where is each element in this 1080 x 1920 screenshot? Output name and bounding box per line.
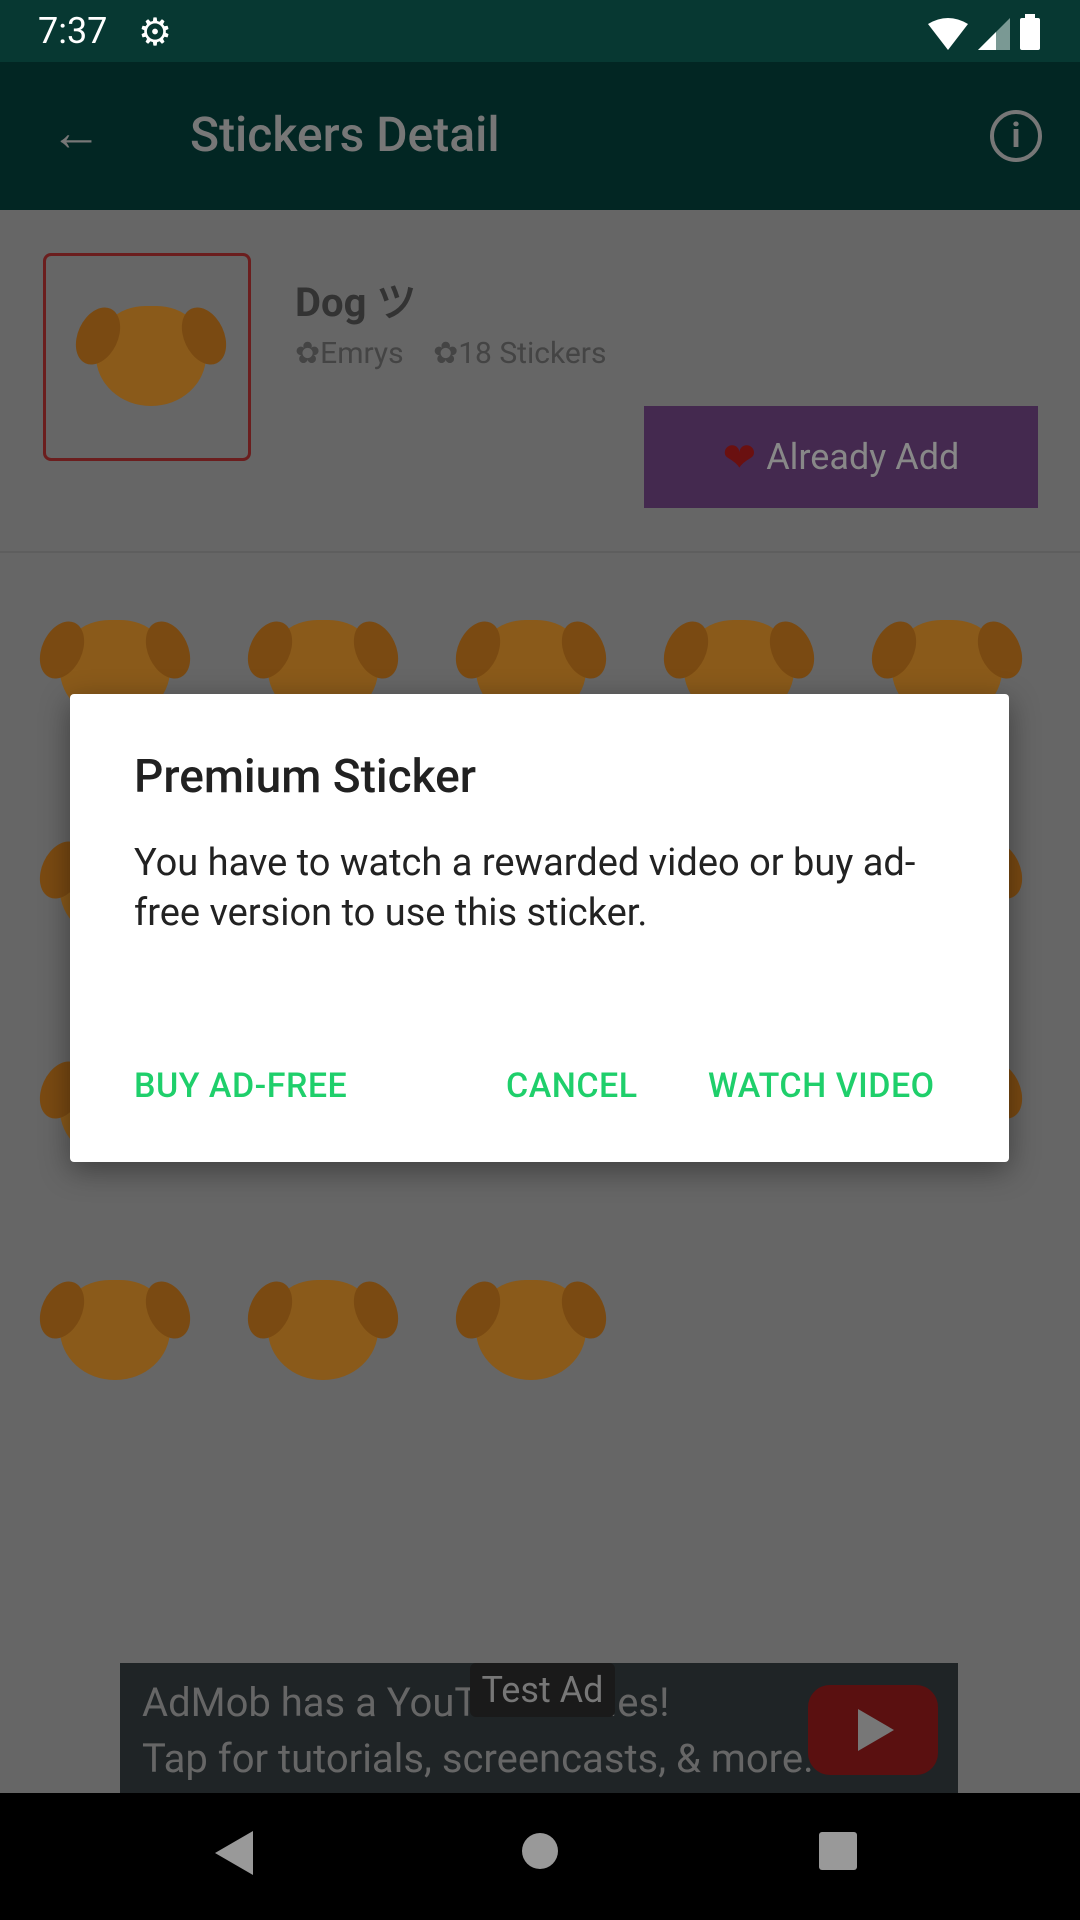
toolbar: ← Stickers Detail i [0, 62, 1080, 210]
arrow-back-icon[interactable]: ← [50, 102, 102, 163]
battery-icon [1020, 14, 1040, 50]
sticker-item[interactable] [436, 1260, 644, 1420]
dialog-message: You have to watch a rewarded video or bu… [134, 841, 916, 935]
dog-sticker-image [96, 306, 206, 406]
info-icon[interactable]: i [990, 110, 1042, 162]
status-bar: 7:37 ⚙ [0, 0, 1080, 62]
cancel-button[interactable]: CANCEL [506, 1066, 638, 1106]
ad-line-2: Tap for tutorials, screencasts, & more. [142, 1735, 814, 1782]
already-add-button[interactable]: ❤ Already Add [644, 406, 1038, 508]
pack-author: ✿Emrys [295, 336, 404, 371]
wifi-icon [928, 18, 968, 50]
sticker-item[interactable] [228, 1260, 436, 1420]
nav-home-icon[interactable] [520, 1831, 560, 1871]
divider [0, 551, 1080, 553]
page-title: Stickers Detail [190, 106, 500, 163]
nav-recents-icon[interactable] [818, 1831, 858, 1871]
dog-sticker-image [60, 1280, 170, 1380]
clock: 7:37 [38, 10, 108, 52]
gear-icon: ⚙ [138, 11, 173, 55]
pack-count: ✿18 Stickers [433, 336, 607, 371]
premium-sticker-dialog: Premium Sticker You have to watch a rewa… [70, 694, 1009, 1162]
watch-video-button[interactable]: WATCH VIDEO [708, 1066, 935, 1106]
sticker-item[interactable] [20, 1260, 228, 1420]
buy-ad-free-button[interactable]: BUY AD-FREE [134, 1066, 347, 1106]
nav-back-icon[interactable] [215, 1831, 257, 1875]
test-ad-label: Test Ad [470, 1663, 615, 1717]
pack-meta: ✿Emrys ✿18 Stickers [295, 336, 628, 371]
dialog-title: Premium Sticker [134, 750, 477, 804]
dog-sticker-image [476, 1280, 586, 1380]
pack-thumbnail [43, 253, 251, 461]
already-add-label: Already Add [766, 436, 960, 478]
youtube-play-icon [808, 1685, 938, 1775]
navigation-bar [0, 1793, 1080, 1920]
ad-banner[interactable]: AdMob has a YouTube series! Tap for tuto… [120, 1663, 958, 1793]
dog-sticker-image [268, 1280, 378, 1380]
pack-name: Dog ツ [295, 279, 417, 326]
heart-icon: ❤ [722, 433, 757, 481]
signal-icon [978, 18, 1010, 50]
